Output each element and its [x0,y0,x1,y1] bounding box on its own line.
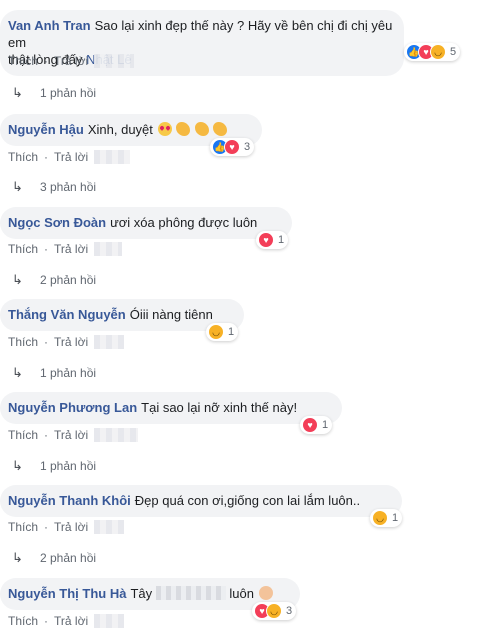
reply-arrow-icon: ↳ [12,272,23,287]
haha-reaction-icon: ◡ [266,603,282,619]
baby-emoji-icon [258,586,273,600]
clap-emoji-icon [213,122,228,136]
comment-bubble: Nguyễn Phương Lan Tại sao lại nỡ xinh thế… [0,392,342,424]
reaction-count: 3 [244,141,251,153]
comment-actions: Thích · Trả lời [8,614,125,628]
view-replies[interactable]: ↳ 2 phản hồi [12,273,96,287]
reaction-summary[interactable]: ♥ 1 [300,416,333,434]
timestamp-redacted [94,520,125,534]
heart-eyes-emoji-icon [157,122,172,136]
timestamp-redacted [94,428,139,442]
separator: · [44,242,49,256]
reaction-count: 1 [278,234,285,246]
replies-count: 1 phản hồi [40,459,97,473]
love-reaction-icon: ♥ [224,139,240,155]
separator: · [44,614,49,628]
reaction-count: 1 [228,326,235,338]
like-link[interactable]: Thích [8,54,38,68]
reaction-count: 5 [450,46,457,58]
separator: · [44,54,49,68]
comment-text: ươi xóa phông được luôn [110,215,258,230]
reply-arrow-icon: ↳ [12,179,23,194]
timestamp-redacted [94,54,135,68]
replies-count: 2 phản hồi [40,273,97,287]
reaction-summary[interactable]: ♥ 1 [256,231,289,249]
comment-actions: Thích · Trả lời [8,54,135,68]
comment-bubble: Ngọc Sơn Đoàn ươi xóa phông được luôn [0,207,292,239]
replies-count: 2 phản hồi [40,551,97,565]
like-link[interactable]: Thích [8,335,38,349]
timestamp-redacted [94,150,131,164]
comment-actions: Thích · Trả lời [8,428,139,442]
comment-actions: Thích · Trả lời [8,520,125,534]
timestamp-redacted [94,614,125,628]
replies-count: 1 phản hồi [40,366,97,380]
reply-link[interactable]: Trả lời [54,520,88,534]
reply-link[interactable]: Trả lời [54,428,88,442]
reply-arrow-icon: ↳ [12,458,23,473]
separator: · [44,520,49,534]
comment-text: Tây [130,586,153,601]
reaction-count: 1 [392,512,399,524]
like-link[interactable]: Thích [8,242,38,256]
view-replies[interactable]: ↳ 1 phản hồi [12,459,96,473]
love-reaction-icon: ♥ [258,232,274,248]
comment-author[interactable]: Nguyễn Hậu [8,122,84,137]
view-replies[interactable]: ↳ 1 phản hồi [12,366,96,380]
reply-link[interactable]: Trả lời [54,614,88,628]
comment-text: Đẹp quá con ơi,giống con lai lắm luôn.. [134,493,361,508]
reaction-count: 1 [322,419,329,431]
replies-count: 3 phản hồi [40,180,97,194]
reply-arrow-icon: ↳ [12,85,23,100]
timestamp-redacted [94,335,125,349]
clap-emoji-icon [176,122,191,136]
reply-arrow-icon: ↳ [12,365,23,380]
comment-text: Xinh, duyệt [87,122,153,137]
like-link[interactable]: Thích [8,614,38,628]
reaction-count: 3 [286,605,293,617]
comment-bubble: Nguyễn Thanh Khôi Đẹp quá con ơi,giống co… [0,485,402,517]
reaction-summary[interactable]: ◡ 1 [206,323,239,341]
reply-link[interactable]: Trả lời [54,335,88,349]
view-replies[interactable]: ↳ 2 phản hồi [12,551,96,565]
like-link[interactable]: Thích [8,520,38,534]
comment-actions: Thích · Trả lời [8,335,125,349]
like-link[interactable]: Thích [8,150,38,164]
comment-text: Tại sao lại nỡ xinh thế này! [141,400,298,415]
comment-author[interactable]: Nguyễn Thanh Khôi [8,493,131,508]
comment-author[interactable]: Nguyễn Phương Lan [8,400,137,415]
view-replies[interactable]: ↳ 3 phản hồi [12,180,96,194]
reply-link[interactable]: Trả lời [54,150,88,164]
comment-text: luôn [229,586,254,601]
reaction-summary[interactable]: ♥ ◡ 3 [252,602,297,620]
replies-count: 1 phản hồi [40,86,97,100]
haha-reaction-icon: ◡ [430,44,446,60]
separator: · [44,428,49,442]
clap-emoji-icon [194,122,209,136]
separator: · [44,150,49,164]
comment-text: Óiii nàng tiênn [129,307,213,322]
comment-author[interactable]: Thắng Văn Nguyễn [8,307,126,322]
haha-reaction-icon: ◡ [372,510,388,526]
reply-arrow-icon: ↳ [12,550,23,565]
reaction-summary[interactable]: ◡ 1 [370,509,403,527]
reaction-summary[interactable]: 👍 ♥ ◡ 5 [404,43,461,61]
separator: · [44,335,49,349]
reply-link[interactable]: Trả lời [54,242,88,256]
comment-author[interactable]: Ngọc Sơn Đoàn [8,215,106,230]
view-replies[interactable]: ↳ 1 phản hồi [12,86,96,100]
reaction-summary[interactable]: 👍 ♥ 3 [210,138,255,156]
haha-reaction-icon: ◡ [208,324,224,340]
reply-link[interactable]: Trả lời [54,54,88,68]
timestamp-redacted [94,242,123,256]
comment-author[interactable]: Van Anh Tran [8,18,91,33]
comment-author[interactable]: Nguyễn Thị Thu Hà [8,586,126,601]
comment-actions: Thích · Trả lời [8,150,131,164]
like-link[interactable]: Thích [8,428,38,442]
love-reaction-icon: ♥ [302,417,318,433]
redacted-text [155,586,226,600]
comment-actions: Thích · Trả lời [8,242,123,256]
